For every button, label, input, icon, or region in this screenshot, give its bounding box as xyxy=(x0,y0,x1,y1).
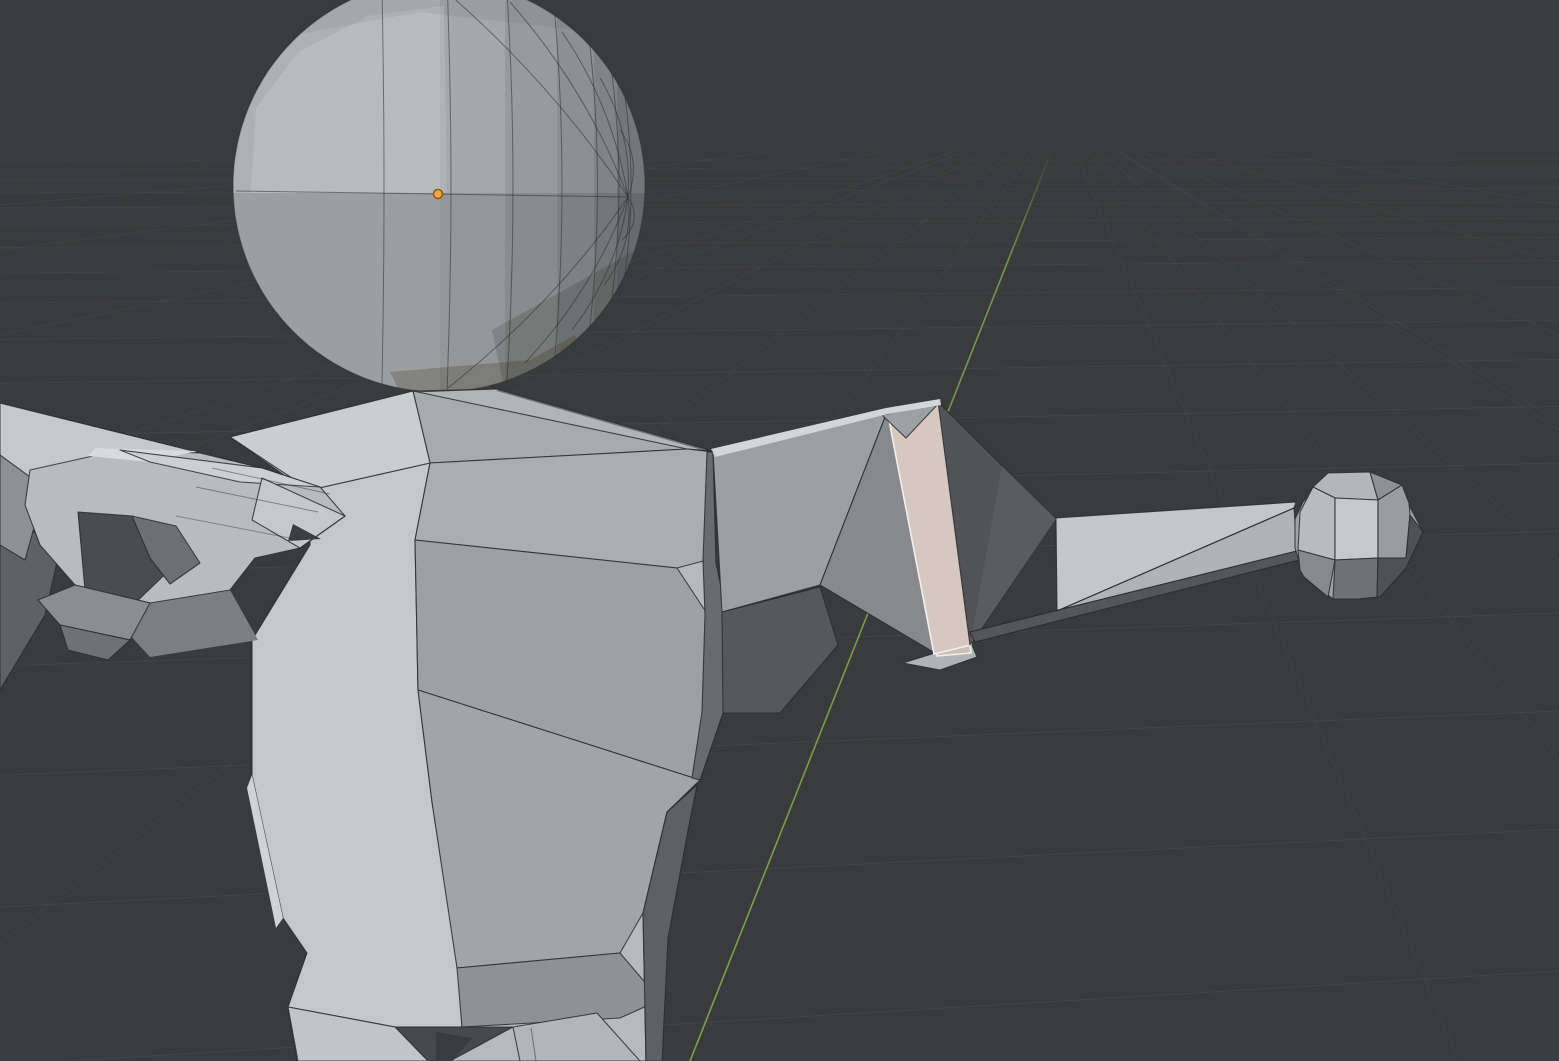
viewport-canvas[interactable] xyxy=(0,0,1559,1061)
fist-center[interactable] xyxy=(1335,498,1378,560)
selected-vertex[interactable] xyxy=(434,190,443,199)
fist-bottom-mid[interactable] xyxy=(1333,558,1378,599)
blender-3d-viewport xyxy=(0,0,1559,1061)
